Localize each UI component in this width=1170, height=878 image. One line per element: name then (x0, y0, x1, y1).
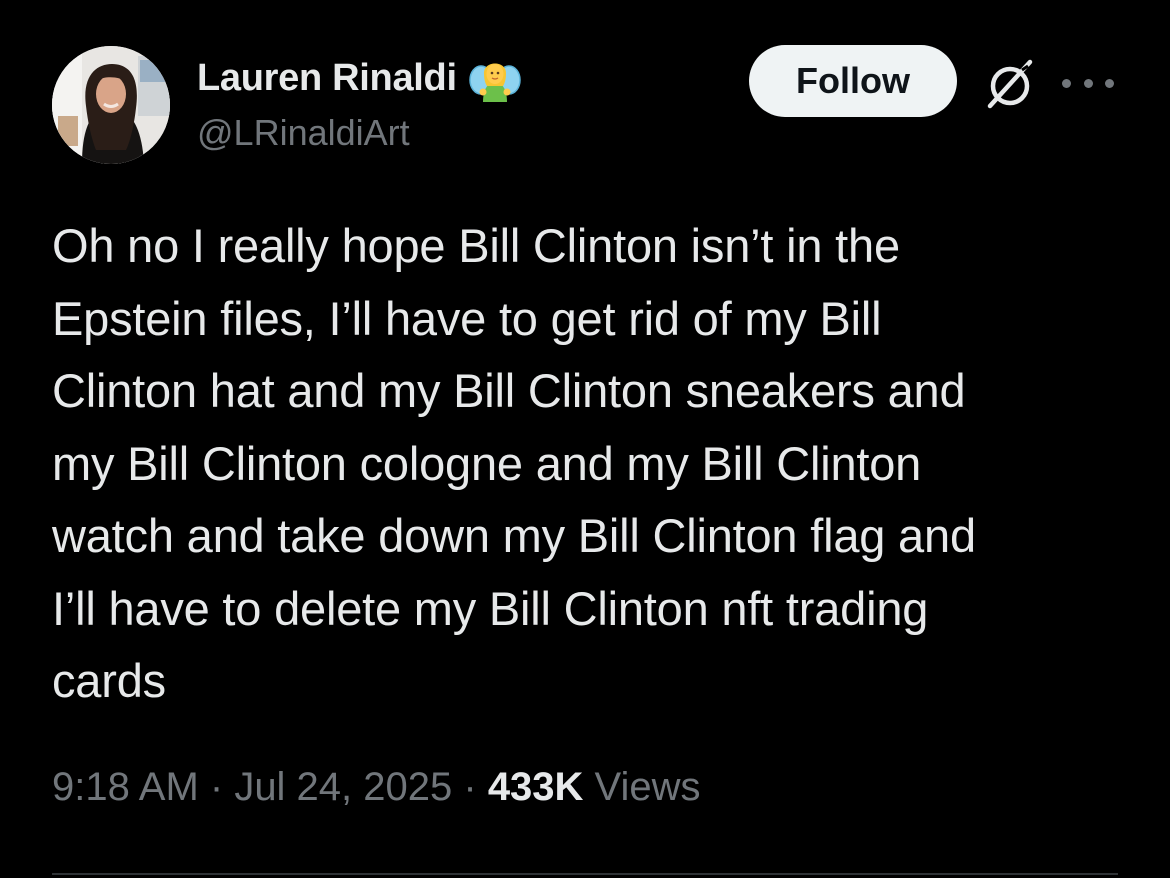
author-name-row: Lauren Rinaldi (197, 52, 521, 104)
more-dot (1062, 78, 1071, 88)
more-dot (1105, 78, 1114, 88)
views-label: Views (583, 765, 701, 809)
avatar[interactable] (52, 46, 170, 164)
meta-separator: · (452, 765, 488, 809)
post-meta: 9:18 AM · Jul 24, 2025 · 433K Views (52, 765, 701, 810)
meta-separator: · (198, 765, 235, 809)
grok-icon[interactable] (982, 56, 1038, 112)
follow-button[interactable]: Follow (749, 45, 957, 117)
author-display-name[interactable]: Lauren Rinaldi (197, 57, 457, 100)
views-count[interactable]: 433K (488, 765, 584, 810)
more-dot (1083, 78, 1093, 88)
fairy-emoji-icon (468, 54, 521, 102)
post-text: Oh no I really hope Bill Clinton isn’t i… (52, 219, 976, 707)
profile-photo (52, 46, 170, 164)
post-card: Lauren Rinaldi @LRinaldiArt Follow Oh no… (0, 0, 1170, 878)
more-icon[interactable] (1062, 68, 1114, 98)
post-date[interactable]: Jul 24, 2025 (234, 765, 452, 810)
author-handle[interactable]: @LRinaldiArt (197, 112, 410, 154)
post-time[interactable]: 9:18 AM (52, 765, 199, 810)
divider (52, 873, 1118, 875)
